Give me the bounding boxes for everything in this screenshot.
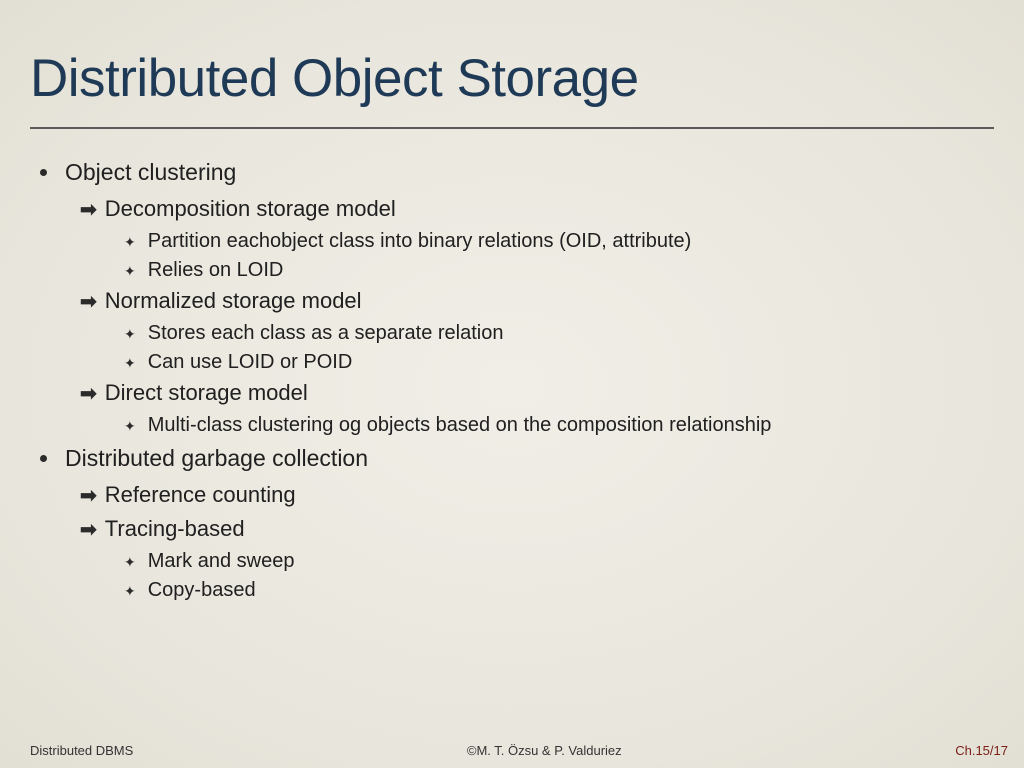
bullet-l1: Object clustering xyxy=(40,159,994,186)
bullet-text: Can use LOID or POID xyxy=(148,351,353,374)
bullet-l3: ✦ Copy-based xyxy=(124,579,994,602)
diamond-icon: ✦ xyxy=(124,234,136,251)
arrow-right-icon: ➡ xyxy=(80,196,97,224)
slide-title: Distributed Object Storage xyxy=(30,48,994,109)
bullet-l3: ✦ Partition eachobject class into binary… xyxy=(124,230,994,253)
bullet-text: Multi-class clustering og objects based … xyxy=(148,414,772,437)
bullet-l2: ➡ Normalized storage model xyxy=(80,288,994,316)
diamond-icon: ✦ xyxy=(124,355,136,372)
diamond-icon: ✦ xyxy=(124,263,136,280)
slide: Distributed Object Storage Object cluste… xyxy=(0,0,1024,768)
footer-left: Distributed DBMS xyxy=(30,743,133,758)
bullet-text: Stores each class as a separate relation xyxy=(148,322,504,345)
bullet-text: Relies on LOID xyxy=(148,259,284,282)
bullet-l2: ➡ Direct storage model xyxy=(80,380,994,408)
bullet-l3: ✦ Relies on LOID xyxy=(124,259,994,282)
title-rule xyxy=(30,127,994,129)
bullet-l3: ✦ Can use LOID or POID xyxy=(124,351,994,374)
bullet-l1: Distributed garbage collection xyxy=(40,445,994,472)
content-area: Object clustering ➡ Decomposition storag… xyxy=(30,159,994,602)
arrow-right-icon: ➡ xyxy=(80,516,97,544)
bullet-text: Direct storage model xyxy=(105,380,308,406)
bullet-text: Mark and sweep xyxy=(148,550,295,573)
bullet-dot-icon xyxy=(40,455,47,462)
bullet-text: Normalized storage model xyxy=(105,288,362,314)
footer: Distributed DBMS ©M. T. Özsu & P. Valdur… xyxy=(0,743,1024,758)
diamond-icon: ✦ xyxy=(124,326,136,343)
diamond-icon: ✦ xyxy=(124,583,136,600)
arrow-right-icon: ➡ xyxy=(80,380,97,408)
bullet-text: Reference counting xyxy=(105,482,296,508)
bullet-text: Copy-based xyxy=(148,579,256,602)
bullet-text: Decomposition storage model xyxy=(105,196,396,222)
bullet-text: Distributed garbage collection xyxy=(65,445,368,472)
footer-center: ©M. T. Özsu & P. Valduriez xyxy=(467,743,622,758)
arrow-right-icon: ➡ xyxy=(80,288,97,316)
bullet-text: Partition eachobject class into binary r… xyxy=(148,230,692,253)
arrow-right-icon: ➡ xyxy=(80,482,97,510)
bullet-l2: ➡ Tracing-based xyxy=(80,516,994,544)
diamond-icon: ✦ xyxy=(124,418,136,435)
bullet-text: Object clustering xyxy=(65,159,236,186)
bullet-text: Tracing-based xyxy=(105,516,245,542)
bullet-l3: ✦ Multi-class clustering og objects base… xyxy=(124,414,994,437)
bullet-l3: ✦ Stores each class as a separate relati… xyxy=(124,322,994,345)
footer-right: Ch.15/17 xyxy=(955,743,1008,758)
bullet-l2: ➡ Reference counting xyxy=(80,482,994,510)
diamond-icon: ✦ xyxy=(124,554,136,571)
bullet-dot-icon xyxy=(40,169,47,176)
bullet-l2: ➡ Decomposition storage model xyxy=(80,196,994,224)
bullet-l3: ✦ Mark and sweep xyxy=(124,550,994,573)
